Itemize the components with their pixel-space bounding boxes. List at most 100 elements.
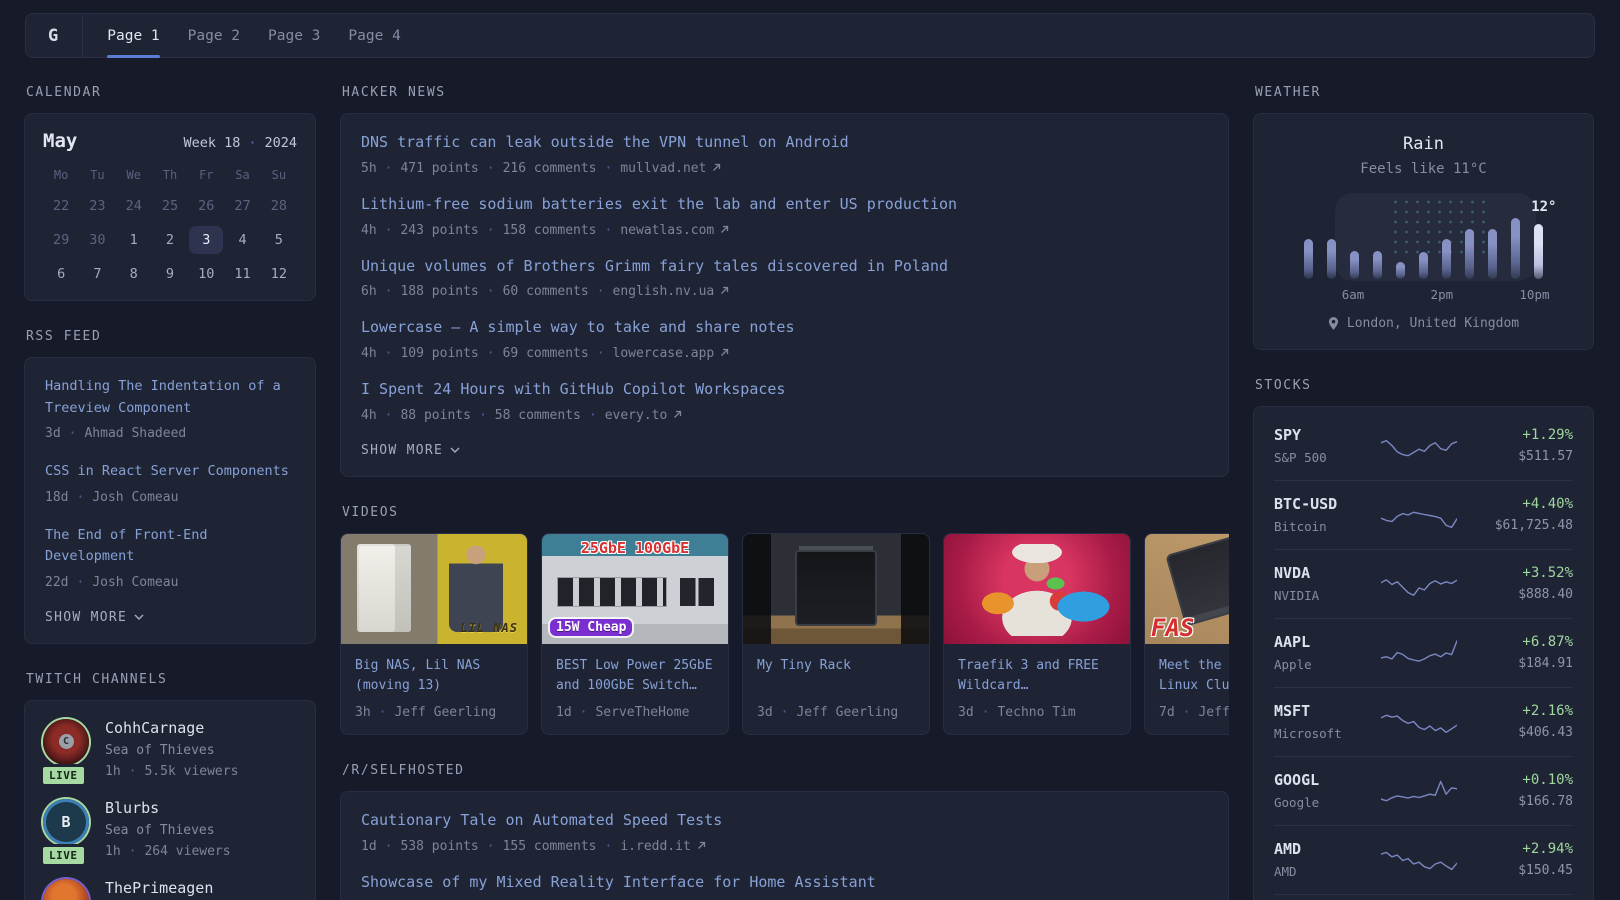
video-info: Big NAS, Lil NAS (moving 13) 3h Jeff Gee… (341, 644, 527, 734)
reddit-card: Cautionary Tale on Automated Speed Tests… (340, 791, 1229, 900)
video-thumbnail[interactable] (743, 534, 929, 644)
calendar-day: 22 (44, 192, 78, 220)
weather-location[interactable]: London, United Kingdom (1276, 316, 1571, 331)
avatar[interactable]: B (43, 799, 89, 845)
item-points: 243 points (377, 223, 479, 238)
reddit-item-title[interactable]: Showcase of my Mixed Reality Interface f… (361, 872, 1208, 894)
item-domain[interactable]: lowercase.app (589, 346, 730, 361)
video-card[interactable]: FAS Meet the Linux Clu… 7d Jeff Geerling (1144, 533, 1229, 735)
stock-row[interactable]: BTC-USD Bitcoin +4.40% $61,725.48 (1274, 480, 1573, 549)
twitch-game[interactable]: Sea of Thieves (105, 743, 238, 758)
calendar-day: 27 (226, 192, 260, 220)
weather-bar (1327, 239, 1336, 279)
twitch-channel-name[interactable]: CohhCarnage (105, 719, 238, 737)
video-meta: 7d Jeff Geerling (1159, 705, 1229, 720)
twitch-channel-row: ThePrimeagen (43, 879, 297, 900)
item-comments[interactable]: 158 comments (479, 223, 597, 238)
item-domain[interactable]: i.redd.it (597, 839, 706, 854)
stock-id: AAPL Apple (1274, 633, 1364, 672)
avatar[interactable]: C (43, 719, 89, 765)
chevron-down-icon (134, 614, 144, 620)
video-meta: 3h Jeff Geerling (355, 705, 513, 720)
app-logo[interactable]: G (48, 14, 83, 57)
hn-item-meta: 5h 471 points 216 comments mullvad.net (361, 161, 1208, 176)
video-thumbnail[interactable]: LIL NAS (341, 534, 527, 644)
hn-item: I Spent 24 Hours with GitHub Copilot Wor… (361, 379, 1208, 423)
video-thumbnail[interactable]: 25GbE 100GbE 15W Cheap (542, 534, 728, 644)
hackernews-widget: HACKER NEWS DNS traffic can leak outside… (340, 85, 1229, 477)
video-title[interactable]: My Tiny Rack (757, 656, 915, 696)
stock-name: S&P 500 (1274, 450, 1364, 465)
stock-change: +2.16% (1473, 703, 1573, 719)
rss-item-title[interactable]: The End of Front-End Development (45, 525, 295, 568)
item-comments[interactable]: 58 comments (471, 408, 581, 423)
item-comments[interactable]: 155 comments (479, 839, 597, 854)
weather-condition: Rain (1276, 134, 1571, 154)
stock-row[interactable]: NVDA NVIDIA +3.52% $888.40 (1274, 549, 1573, 618)
tab-page-2[interactable]: Page 2 (188, 14, 240, 57)
video-card[interactable]: My Tiny Rack 3d Jeff Geerling (742, 533, 930, 735)
video-thumbnail[interactable]: FAS (1145, 534, 1229, 644)
item-domain[interactable]: newatlas.com (597, 223, 730, 238)
hn-item-title[interactable]: Unique volumes of Brothers Grimm fairy t… (361, 256, 1208, 278)
item-author[interactable]: Jeff Geerling (773, 705, 899, 720)
tab-page-3[interactable]: Page 3 (268, 14, 320, 57)
video-info: Traefik 3 and FREE Wildcard… 3d Techno T… (944, 644, 1130, 734)
weather-location-text: London, United Kingdom (1347, 316, 1519, 331)
hn-item-title[interactable]: Lithium-free sodium batteries exit the l… (361, 194, 1208, 216)
stock-symbol: BTC-USD (1274, 495, 1364, 513)
weather-widget: WEATHER Rain Feels like 11°C 6am2pm10pm … (1253, 85, 1594, 350)
video-title[interactable]: Traefik 3 and FREE Wildcard… (958, 656, 1116, 696)
stock-name: Google (1274, 795, 1364, 810)
tab-page-1[interactable]: Page 1 (107, 14, 159, 57)
video-card[interactable]: Traefik 3 and FREE Wildcard… 3d Techno T… (943, 533, 1131, 735)
video-card[interactable]: 25GbE 100GbE 15W Cheap BEST Low Power 25… (541, 533, 729, 735)
live-badge: LIVE (40, 764, 87, 787)
twitch-game[interactable]: Sea of Thieves (105, 823, 231, 838)
video-card[interactable]: LIL NAS Big NAS, Lil NAS (moving 13) 3h … (340, 533, 528, 735)
stock-row[interactable]: SPY S&P 500 +1.29% $511.57 (1274, 412, 1573, 480)
twitch-widget: TWITCH CHANNELS C LIVE CohhCarnage Sea o… (24, 672, 316, 900)
item-comments[interactable]: 216 comments (479, 161, 597, 176)
calendar-day: 28 (262, 192, 296, 220)
twitch-channel-name[interactable]: ThePrimeagen (105, 879, 213, 897)
tab-page-4[interactable]: Page 4 (348, 14, 400, 57)
videos-row: LIL NAS Big NAS, Lil NAS (moving 13) 3h … (340, 533, 1229, 735)
video-title[interactable]: Meet the Linux Clu… (1159, 656, 1229, 696)
video-thumbnail[interactable] (944, 534, 1130, 644)
twitch-channel-name[interactable]: Blurbs (105, 799, 231, 817)
item-comments[interactable]: 69 comments (479, 346, 589, 361)
item-author[interactable]: Techno Tim (974, 705, 1076, 720)
hn-show-more-button[interactable]: SHOW MORE (361, 443, 460, 458)
stock-symbol: NVDA (1274, 564, 1364, 582)
hn-item-title[interactable]: I Spent 24 Hours with GitHub Copilot Wor… (361, 379, 1208, 401)
hn-item-title[interactable]: DNS traffic can leak outside the VPN tun… (361, 132, 1208, 154)
item-domain[interactable]: english.nv.ua (589, 284, 730, 299)
item-author[interactable]: Jeff Geerling (371, 705, 497, 720)
item-author[interactable]: ServeTheHome (572, 705, 690, 720)
stock-id: GOOGL Google (1274, 771, 1364, 810)
reddit-item-title[interactable]: Cautionary Tale on Automated Speed Tests (361, 810, 1208, 832)
rss-item-title[interactable]: CSS in React Server Components (45, 461, 295, 483)
stock-row[interactable]: MSFT Microsoft +2.16% $406.43 (1274, 687, 1573, 756)
stock-row[interactable]: RDDT -1.65% (1274, 894, 1573, 900)
item-domain[interactable]: mullvad.net (597, 161, 722, 176)
hn-item-title[interactable]: Lowercase – A simple way to take and sha… (361, 317, 1208, 339)
item-comments[interactable]: 60 comments (479, 284, 589, 299)
hn-item: Lithium-free sodium batteries exit the l… (361, 194, 1208, 238)
item-author[interactable]: Jeff Geerling (1175, 705, 1229, 720)
stock-row[interactable]: AMD AMD +2.94% $150.45 (1274, 825, 1573, 894)
twitch-card: C LIVE CohhCarnage Sea of Thieves 1h 5.5… (24, 700, 316, 900)
rss-show-more-button[interactable]: SHOW MORE (45, 610, 144, 625)
item-domain[interactable]: every.to (581, 408, 682, 423)
item-age: 6h (361, 284, 377, 299)
rss-item-title[interactable]: Handling The Indentation of a Treeview C… (45, 376, 295, 419)
calendar-section-title: CALENDAR (26, 85, 316, 100)
avatar[interactable] (43, 879, 89, 900)
rss-item: Handling The Indentation of a Treeview C… (45, 376, 295, 441)
show-more-label: SHOW MORE (45, 610, 127, 625)
stock-row[interactable]: GOOGL Google +0.10% $166.78 (1274, 756, 1573, 825)
video-title[interactable]: Big NAS, Lil NAS (moving 13) (355, 656, 513, 696)
stock-row[interactable]: AAPL Apple +6.87% $184.91 (1274, 618, 1573, 687)
video-title[interactable]: BEST Low Power 25GbE and 100GbE Switch… (556, 656, 714, 696)
